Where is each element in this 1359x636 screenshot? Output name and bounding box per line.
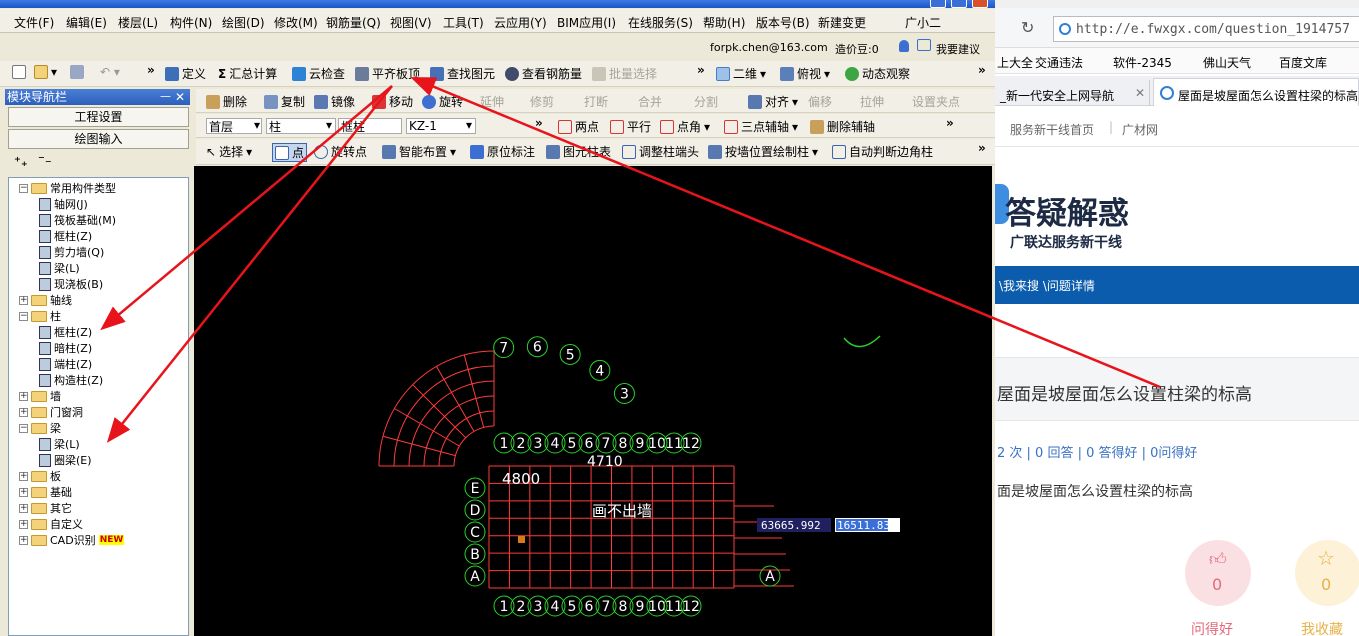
arrow-to-frame-column [100,85,393,331]
arrow-from-question [410,77,1161,389]
annotation-arrows [100,77,1161,443]
arrow-to-beam [106,85,393,443]
